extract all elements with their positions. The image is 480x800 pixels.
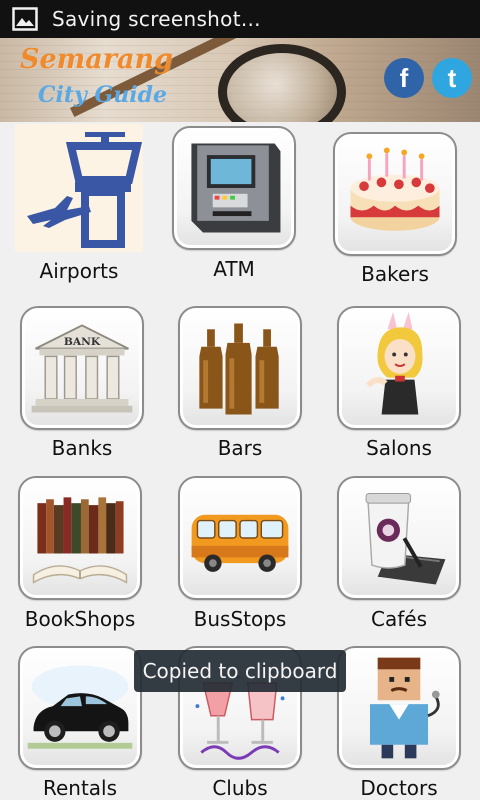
category-tile-bars[interactable] [178,306,302,430]
category-tile-salons[interactable] [337,306,461,430]
facebook-button[interactable]: f [384,58,424,98]
category-label-bars: Bars [217,436,263,460]
header-banner: Semarang City Guide f t [0,38,480,122]
category-tile-airports[interactable] [15,124,143,252]
toast-notification: Copied to clipboard [134,650,346,692]
airport-tower-icon [27,124,143,252]
beer-bottles-icon [199,323,279,415]
twitter-button[interactable]: t [432,58,472,98]
category-label-bakers: Bakers [361,262,429,286]
category-label-bookshops: BookShops [24,607,136,631]
facebook-icon: f [399,63,409,93]
status-message: Saving screenshot... [52,7,261,31]
category-label-salons: Salons [366,436,432,460]
category-tile-cafes[interactable] [337,476,461,600]
doctor-icon [369,657,440,759]
category-tile-bakers[interactable] [333,132,457,256]
category-label-banks: Banks [51,436,113,460]
books-icon [32,497,128,584]
category-label-clubs: Clubs [212,776,268,800]
twitter-icon: t [447,63,457,93]
car-icon [27,665,133,749]
category-label-rentals: Rentals [42,776,118,800]
bank-building-icon: BANK [31,324,133,413]
category-label-busstops: BusStops [193,607,287,631]
category-tile-doctors[interactable] [337,646,461,770]
app-logo-title: Semarang [20,44,173,75]
category-tile-bookshops[interactable] [18,476,142,600]
status-bar: Saving screenshot... [0,0,480,38]
category-label-atm: ATM [213,257,255,281]
image-icon [12,7,38,31]
cake-icon [350,147,440,231]
salon-girl-icon [365,311,423,415]
category-tile-banks[interactable]: BANK [20,306,144,430]
svg-text:BANK: BANK [64,335,101,348]
coffee-cup-icon [365,493,446,585]
category-label-airports: Airports [39,259,119,283]
category-tile-atm[interactable] [172,126,296,250]
atm-machine-icon [191,143,281,233]
category-label-cafes: Cafés [371,607,427,631]
app-logo-subtitle: City Guide [38,82,167,108]
category-tile-busstops[interactable] [178,476,302,600]
category-label-doctors: Doctors [360,776,438,800]
bus-icon [191,514,289,572]
category-tile-rentals[interactable] [18,646,142,770]
